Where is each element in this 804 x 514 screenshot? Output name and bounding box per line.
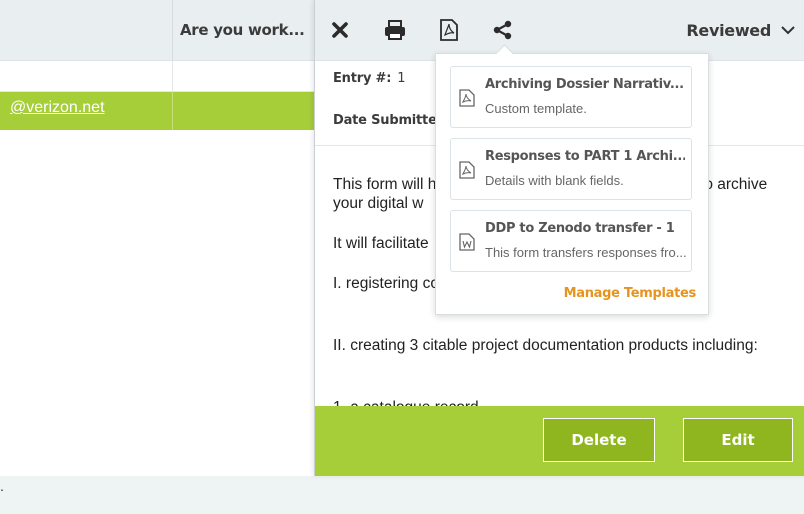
panel-footer: Delete Edit [315, 406, 804, 476]
template-title: DDP to Zenodo transfer - 1 [485, 221, 675, 236]
entry-number-label: Entry #: [333, 71, 392, 86]
panel-toolbar: Reviewed [315, 0, 804, 61]
column-divider [172, 0, 173, 60]
close-icon[interactable] [327, 17, 353, 43]
template-description: Details with blank fields. [485, 173, 624, 188]
template-item[interactable]: DDP to Zenodo transfer - 1 This form tra… [450, 210, 692, 272]
template-title: Archiving Dossier Narrativ... [485, 77, 684, 92]
template-description: Custom template. [485, 101, 587, 116]
pdf-icon[interactable] [436, 17, 462, 43]
entry-number-value: 1 [397, 71, 406, 86]
email-link[interactable]: @verizon.net [10, 92, 105, 124]
template-dropdown: Archiving Dossier Narrativ... Custom tem… [435, 44, 709, 315]
column-header-are-you-work[interactable]: Are you work... [180, 0, 305, 60]
table-row[interactable] [0, 61, 314, 92]
template-item[interactable]: Archiving Dossier Narrativ... Custom tem… [450, 66, 692, 128]
template-description: This form transfers responses fro... [485, 245, 687, 260]
print-icon[interactable] [382, 17, 408, 43]
chevron-down-icon [781, 26, 795, 35]
entry-number: Entry #: 1 [333, 71, 406, 86]
pdf-icon [459, 89, 475, 107]
template-title: Responses to PART 1 Archi... [485, 149, 685, 164]
pdf-icon [459, 161, 475, 179]
date-submitted-label: Date Submitted [333, 113, 446, 128]
entries-table: Are you work... @verizon.net [0, 0, 314, 476]
table-header: Are you work... [0, 0, 314, 61]
column-divider [172, 92, 173, 130]
edit-button[interactable]: Edit [683, 418, 793, 462]
status-dropdown[interactable]: Reviewed [686, 0, 795, 60]
table-row-selected[interactable]: @verizon.net [0, 92, 314, 130]
share-icon[interactable] [490, 17, 516, 43]
delete-button[interactable]: Delete [543, 418, 655, 462]
word-doc-icon [459, 233, 475, 251]
content-paragraph: II. creating 3 citable project documenta… [333, 337, 758, 354]
column-divider [172, 61, 173, 91]
bottom-strip [0, 476, 804, 514]
content-paragraph: 1. a catalogue record [333, 398, 773, 406]
template-item[interactable]: Responses to PART 1 Archi... Details wit… [450, 138, 692, 200]
page-marker: . [0, 478, 4, 494]
manage-templates-link[interactable]: Manage Templates [564, 286, 697, 301]
status-label: Reviewed [686, 20, 771, 40]
